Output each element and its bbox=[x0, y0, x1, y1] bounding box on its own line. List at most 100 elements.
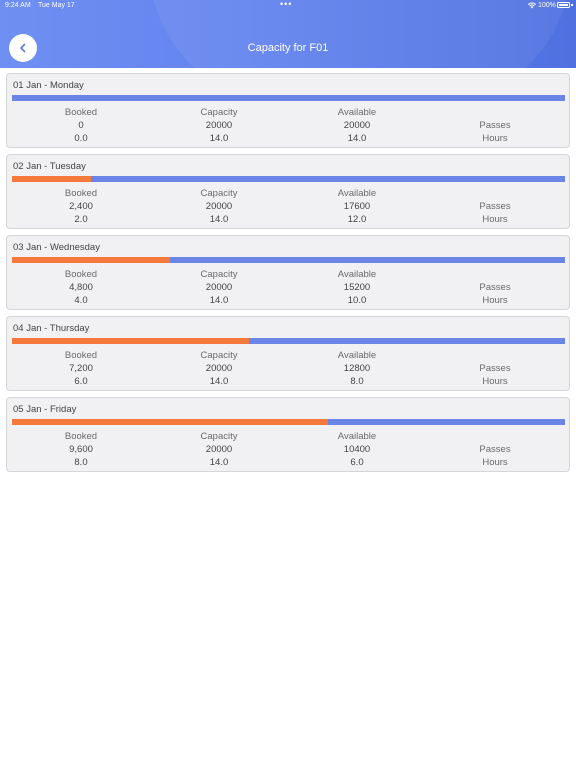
capacity-header: Capacity bbox=[200, 431, 238, 442]
day-card[interactable]: 05 Jan - Friday Booked 9,600 8.0 Capacit… bbox=[6, 397, 570, 472]
capacity-column: Capacity 20000 14.0 bbox=[169, 106, 269, 145]
capacity-hours: 14.0 bbox=[209, 376, 229, 387]
hours-unit: Hours bbox=[482, 295, 508, 306]
day-card[interactable]: 03 Jan - Wednesday Booked 4,800 4.0 Capa… bbox=[6, 235, 570, 310]
battery-percent: 100% bbox=[538, 2, 556, 9]
booked-column: Booked 4,800 4.0 bbox=[31, 268, 131, 307]
day-label: 03 Jan - Wednesday bbox=[13, 242, 100, 253]
passes-unit: Passes bbox=[479, 444, 511, 455]
booked-fill bbox=[12, 338, 250, 344]
available-passes: 15200 bbox=[343, 282, 371, 293]
booked-passes: 0 bbox=[78, 120, 84, 131]
booked-column: Booked 9,600 8.0 bbox=[31, 430, 131, 469]
booked-column: Booked 2,400 2.0 bbox=[31, 187, 131, 226]
booked-header: Booked bbox=[64, 188, 98, 199]
day-label: 01 Jan - Monday bbox=[13, 80, 84, 91]
passes-unit: Passes bbox=[479, 120, 511, 131]
available-hours: 10.0 bbox=[347, 295, 367, 306]
day-card[interactable]: 02 Jan - Tuesday Booked 2,400 2.0 Capaci… bbox=[6, 154, 570, 229]
capacity-passes: 20000 bbox=[205, 120, 233, 131]
capacity-bar bbox=[12, 176, 565, 182]
booked-column: Booked 0 0.0 bbox=[31, 106, 131, 145]
available-column: Available 12800 8.0 bbox=[307, 349, 407, 388]
status-time: 9:24 AM bbox=[5, 2, 31, 9]
available-passes: 10400 bbox=[343, 444, 371, 455]
units-column: Passes Hours bbox=[445, 443, 545, 469]
booked-header: Booked bbox=[64, 107, 98, 118]
available-header: Available bbox=[337, 188, 377, 199]
capacity-hours: 14.0 bbox=[209, 457, 229, 468]
booked-hours: 8.0 bbox=[74, 457, 88, 468]
capacity-column: Capacity 20000 14.0 bbox=[169, 187, 269, 226]
booked-passes: 2,400 bbox=[69, 201, 93, 212]
booked-passes: 9,600 bbox=[69, 444, 93, 455]
battery-icon bbox=[557, 2, 570, 8]
booked-passes: 7,200 bbox=[69, 363, 93, 374]
booked-header: Booked bbox=[64, 431, 98, 442]
status-bar: 9:24 AM Tue May 17 ••• 100% bbox=[0, 0, 576, 14]
available-column: Available 10400 6.0 bbox=[307, 430, 407, 469]
multitasking-dots-icon[interactable]: ••• bbox=[280, 0, 292, 9]
page-title: Capacity for F01 bbox=[247, 42, 329, 54]
units-column: Passes Hours bbox=[445, 200, 545, 226]
available-hours: 8.0 bbox=[350, 376, 364, 387]
booked-hours: 2.0 bbox=[74, 214, 88, 225]
passes-unit: Passes bbox=[479, 282, 511, 293]
capacity-header: Capacity bbox=[200, 188, 238, 199]
passes-unit: Passes bbox=[479, 363, 511, 374]
capacity-passes: 20000 bbox=[205, 363, 233, 374]
day-card[interactable]: 04 Jan - Thursday Booked 7,200 6.0 Capac… bbox=[6, 316, 570, 391]
available-header: Available bbox=[337, 107, 377, 118]
available-header: Available bbox=[337, 350, 377, 361]
capacity-passes: 20000 bbox=[205, 444, 233, 455]
hours-unit: Hours bbox=[482, 376, 508, 387]
nav-header: 9:24 AM Tue May 17 ••• 100% Capacity for… bbox=[0, 0, 576, 68]
hours-unit: Hours bbox=[482, 133, 508, 144]
booked-fill bbox=[12, 419, 328, 425]
booked-header: Booked bbox=[64, 269, 98, 280]
booked-hours: 6.0 bbox=[74, 376, 88, 387]
capacity-header: Capacity bbox=[200, 350, 238, 361]
capacity-list: 01 Jan - Monday Booked 0 0.0 Capacity 20… bbox=[6, 73, 570, 478]
units-column: Passes Hours bbox=[445, 119, 545, 145]
available-passes: 17600 bbox=[343, 201, 371, 212]
booked-fill bbox=[12, 257, 171, 263]
units-column: Passes Hours bbox=[445, 281, 545, 307]
available-header: Available bbox=[337, 431, 377, 442]
available-hours: 14.0 bbox=[347, 133, 367, 144]
available-column: Available 20000 14.0 bbox=[307, 106, 407, 145]
available-passes: 12800 bbox=[343, 363, 371, 374]
capacity-header: Capacity bbox=[200, 269, 238, 280]
capacity-bar bbox=[12, 95, 565, 101]
day-label: 05 Jan - Friday bbox=[13, 404, 77, 415]
capacity-hours: 14.0 bbox=[209, 295, 229, 306]
capacity-passes: 20000 bbox=[205, 201, 233, 212]
day-label: 04 Jan - Thursday bbox=[13, 323, 90, 334]
capacity-bar bbox=[12, 338, 565, 344]
available-column: Available 15200 10.0 bbox=[307, 268, 407, 307]
available-hours: 6.0 bbox=[350, 457, 364, 468]
booked-fill bbox=[12, 176, 92, 182]
booked-header: Booked bbox=[64, 350, 98, 361]
booked-hours: 4.0 bbox=[74, 295, 88, 306]
passes-unit: Passes bbox=[479, 201, 511, 212]
hours-unit: Hours bbox=[482, 214, 508, 225]
status-date: Tue May 17 bbox=[38, 2, 75, 9]
day-card[interactable]: 01 Jan - Monday Booked 0 0.0 Capacity 20… bbox=[6, 73, 570, 148]
capacity-bar bbox=[12, 257, 565, 263]
hours-unit: Hours bbox=[482, 457, 508, 468]
battery-tip bbox=[571, 4, 573, 6]
capacity-hours: 14.0 bbox=[209, 214, 229, 225]
capacity-column: Capacity 20000 14.0 bbox=[169, 268, 269, 307]
available-column: Available 17600 12.0 bbox=[307, 187, 407, 226]
wifi-icon bbox=[527, 2, 537, 9]
booked-passes: 4,800 bbox=[69, 282, 93, 293]
booked-hours: 0.0 bbox=[74, 133, 88, 144]
booked-column: Booked 7,200 6.0 bbox=[31, 349, 131, 388]
available-header: Available bbox=[337, 269, 377, 280]
capacity-passes: 20000 bbox=[205, 282, 233, 293]
capacity-hours: 14.0 bbox=[209, 133, 229, 144]
available-passes: 20000 bbox=[343, 120, 371, 131]
capacity-column: Capacity 20000 14.0 bbox=[169, 349, 269, 388]
capacity-bar bbox=[12, 419, 565, 425]
